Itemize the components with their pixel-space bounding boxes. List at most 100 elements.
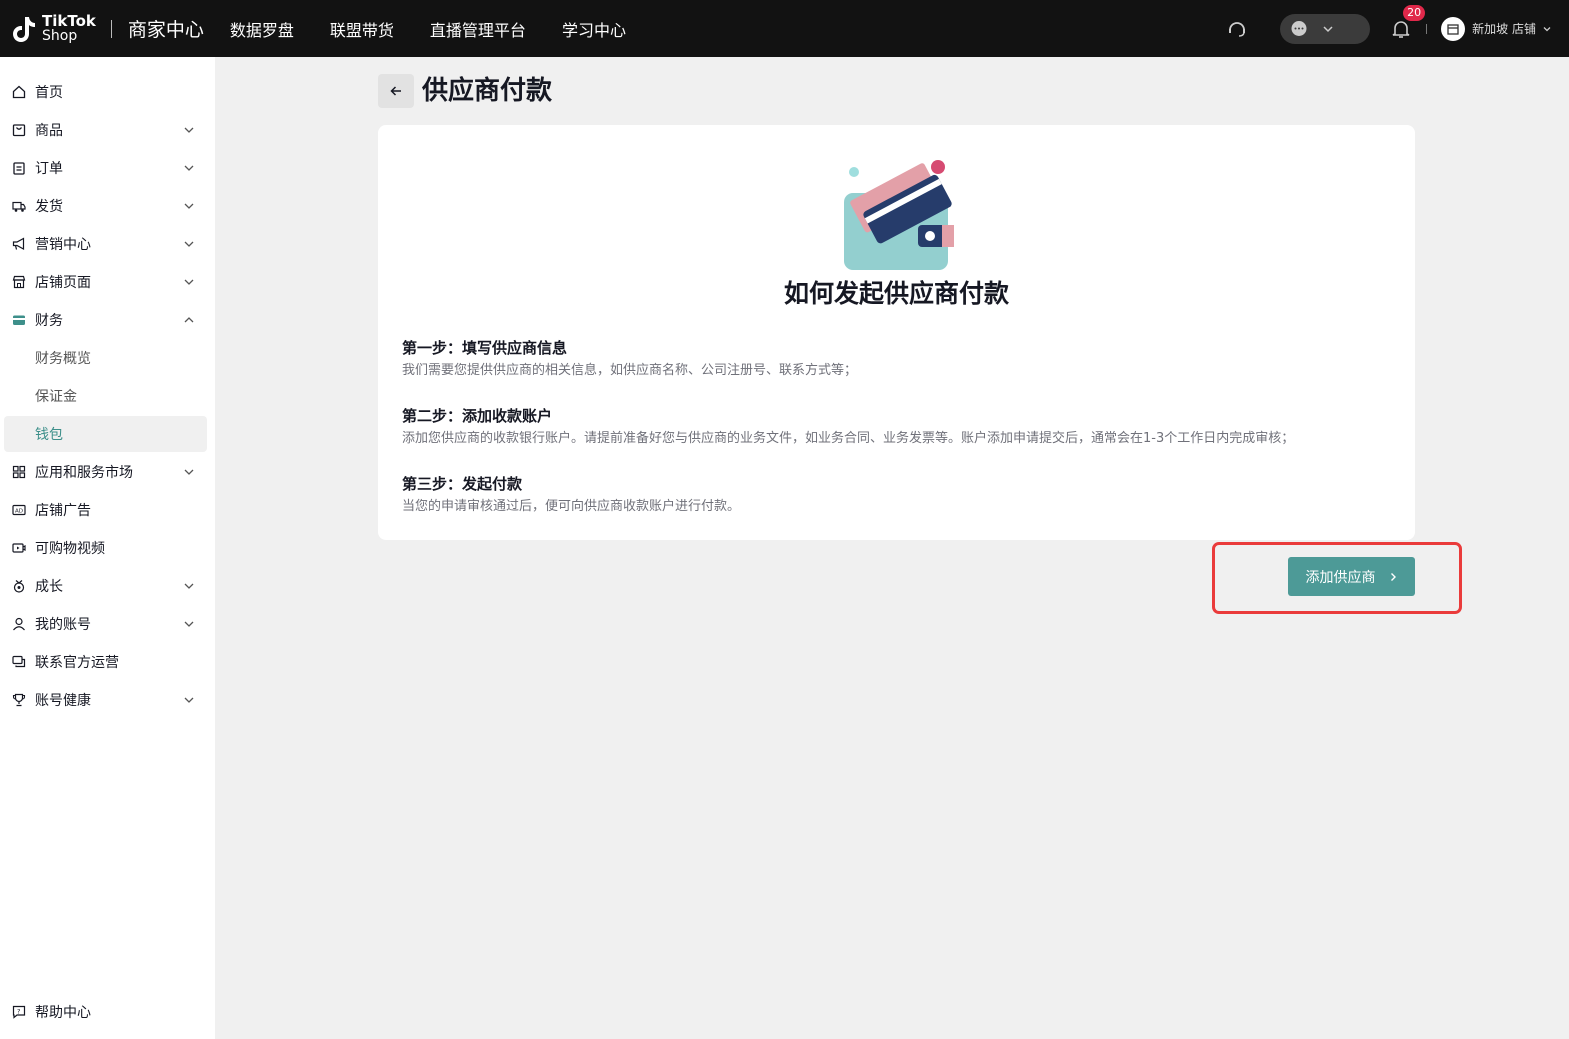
page-title: 供应商付款 xyxy=(422,76,553,106)
megaphone-icon xyxy=(12,237,26,251)
sidebar-item-label: 首页 xyxy=(35,85,63,101)
sidebar-item-label: 我的账号 xyxy=(35,617,91,633)
chevron-down-icon xyxy=(184,203,194,209)
nav-data-compass[interactable]: 数据罗盘 xyxy=(230,17,294,41)
ad-icon: AD xyxy=(12,503,26,517)
sidebar-item-label: 店铺广告 xyxy=(35,503,91,519)
sidebar-item-products[interactable]: 商品 xyxy=(4,112,207,148)
sidebar-item-label: 商品 xyxy=(35,123,63,139)
help-icon: ? xyxy=(12,1005,26,1019)
sidebar-item-my-account[interactable]: 我的账号 xyxy=(4,606,207,642)
sidebar-item-finance[interactable]: 财务 xyxy=(4,302,207,338)
store-name[interactable]: 新加坡 店铺 xyxy=(1472,20,1536,37)
chevron-right-icon xyxy=(1390,572,1396,581)
sidebar-item-growth[interactable]: 成长 xyxy=(4,568,207,604)
toolbar-divider xyxy=(1426,23,1428,34)
sidebar-item-marketing[interactable]: 营销中心 xyxy=(4,226,207,262)
video-icon xyxy=(12,541,26,555)
sidebar-item-label: 联系官方运营 xyxy=(35,655,119,671)
nav-learning-center[interactable]: 学习中心 xyxy=(562,17,626,41)
store-icon xyxy=(12,275,26,289)
store-icon xyxy=(1447,23,1459,35)
sidebar-item-store-page[interactable]: 店铺页面 xyxy=(4,264,207,300)
sidebar-item-account-health[interactable]: 账号健康 xyxy=(4,682,207,718)
chevron-down-icon[interactable] xyxy=(1542,24,1552,34)
step-2: 第二步：添加收款账户 添加您供应商的收款银行账户。请提前准备好您与供应商的业务文… xyxy=(402,406,1392,449)
top-bar: TikTok Shop 商家中心 数据罗盘 联盟带货 直播管理平台 学习中心 2… xyxy=(0,0,1569,57)
step-title: 第一步：填写供应商信息 xyxy=(402,339,568,357)
step-title: 第二步：添加收款账户 xyxy=(402,407,553,425)
chevron-down-icon xyxy=(184,279,194,285)
chat-dropdown[interactable] xyxy=(1280,13,1371,44)
tiktok-logo-icon xyxy=(13,16,35,42)
truck-icon xyxy=(12,199,26,213)
arrow-left-icon xyxy=(390,86,401,96)
sidebar-item-label: 账号健康 xyxy=(35,693,91,709)
chevron-down-icon xyxy=(184,469,194,475)
user-icon xyxy=(12,617,26,631)
logo-text: TikTok Shop xyxy=(42,11,96,44)
sidebar-item-label: 发货 xyxy=(35,199,63,215)
logo-line-1: TikTok xyxy=(42,11,96,30)
sidebar-item-label: 应用和服务市场 xyxy=(35,465,133,481)
chevron-down-icon xyxy=(184,127,194,133)
step-1: 第一步：填写供应商信息 我们需要您提供供应商的相关信息，如供应商名称、公司注册号… xyxy=(402,338,1392,381)
sidebar-item-label: 可购物视频 xyxy=(35,541,105,557)
headset-icon[interactable] xyxy=(1226,18,1248,40)
sidebar-item-wallet[interactable]: 钱包 xyxy=(4,416,207,452)
sidebar-item-deposit[interactable]: 保证金 xyxy=(4,378,207,414)
sidebar-item-app-market[interactable]: 应用和服务市场 xyxy=(4,454,207,490)
wallet-icon xyxy=(12,313,26,327)
apps-icon xyxy=(12,465,26,479)
sidebar-item-label: 营销中心 xyxy=(35,237,91,253)
add-supplier-label: 添加供应商 xyxy=(1305,569,1376,586)
store-avatar[interactable] xyxy=(1441,16,1466,41)
step-description: 我们需要您提供供应商的相关信息，如供应商名称、公司注册号、联系方式等； xyxy=(402,363,858,378)
sidebar-item-shoppable-video[interactable]: 可购物视频 xyxy=(4,530,207,566)
help-center-label: 帮助中心 xyxy=(35,1005,91,1021)
sidebar-item-label: 钱包 xyxy=(35,427,63,443)
chevron-down-icon xyxy=(184,165,194,171)
sidebar-item-label: 财务概览 xyxy=(35,351,91,367)
sidebar-item-label: 成长 xyxy=(35,579,63,595)
seller-center-title[interactable]: 商家中心 xyxy=(128,15,204,42)
chevron-down-icon xyxy=(184,697,194,703)
chat-icon xyxy=(12,655,26,669)
sidebar-item-home[interactable]: 首页 xyxy=(4,74,207,110)
logo-line-2: Shop xyxy=(42,27,78,44)
sidebar-item-label: 财务 xyxy=(35,313,63,329)
wallet-illustration-icon xyxy=(844,160,954,270)
product-icon xyxy=(12,123,26,137)
chevron-down-icon xyxy=(184,583,194,589)
sidebar-help-center[interactable]: ? 帮助中心 xyxy=(4,994,207,1030)
nav-affiliate[interactable]: 联盟带货 xyxy=(330,17,394,41)
trophy-icon xyxy=(12,693,26,707)
svg-text:?: ? xyxy=(17,1008,20,1016)
tiktok-shop-logo[interactable]: TikTok Shop xyxy=(10,0,96,57)
order-icon xyxy=(12,161,26,175)
chevron-down-icon xyxy=(184,241,194,247)
logo-divider xyxy=(110,19,112,38)
step-description: 当您的申请审核通过后，便可向供应商收款账户进行付款。 xyxy=(402,499,741,514)
chevron-up-icon xyxy=(184,317,194,323)
sidebar-item-label: 保证金 xyxy=(35,389,77,405)
sidebar-item-orders[interactable]: 订单 xyxy=(4,150,207,186)
chevron-down-icon xyxy=(1323,25,1333,32)
top-right-tools: 20 新加坡 店铺 xyxy=(1226,0,1569,57)
sidebar-item-label: 订单 xyxy=(35,161,63,177)
sidebar-item-finance-overview[interactable]: 财务概览 xyxy=(4,340,207,376)
card-title: 如何发起供应商付款 xyxy=(783,279,1009,308)
step-description: 添加您供应商的收款银行账户。请提前准备好您与供应商的业务文件，如业务合同、业务发… xyxy=(402,431,1295,446)
sidebar-item-contact-ops[interactable]: 联系官方运营 xyxy=(4,644,207,680)
chevron-down-icon xyxy=(184,621,194,627)
sidebar: 首页 商品 订单 发货 营销中心 店铺页面 财务 财务概览 保证金 钱包 应用和… xyxy=(0,57,215,1039)
nav-live-platform[interactable]: 直播管理平台 xyxy=(430,17,526,41)
instructions-card: 如何发起供应商付款 第一步：填写供应商信息 我们需要您提供供应商的相关信息，如供… xyxy=(378,125,1415,540)
sidebar-item-shipping[interactable]: 发货 xyxy=(4,188,207,224)
back-button[interactable] xyxy=(378,74,414,108)
sidebar-item-store-ads[interactable]: AD 店铺广告 xyxy=(4,492,207,528)
notification-bell[interactable]: 20 xyxy=(1390,3,1427,40)
svg-text:AD: AD xyxy=(15,509,23,515)
add-supplier-button[interactable]: 添加供应商 xyxy=(1288,557,1415,596)
notification-badge: 20 xyxy=(1402,3,1427,22)
